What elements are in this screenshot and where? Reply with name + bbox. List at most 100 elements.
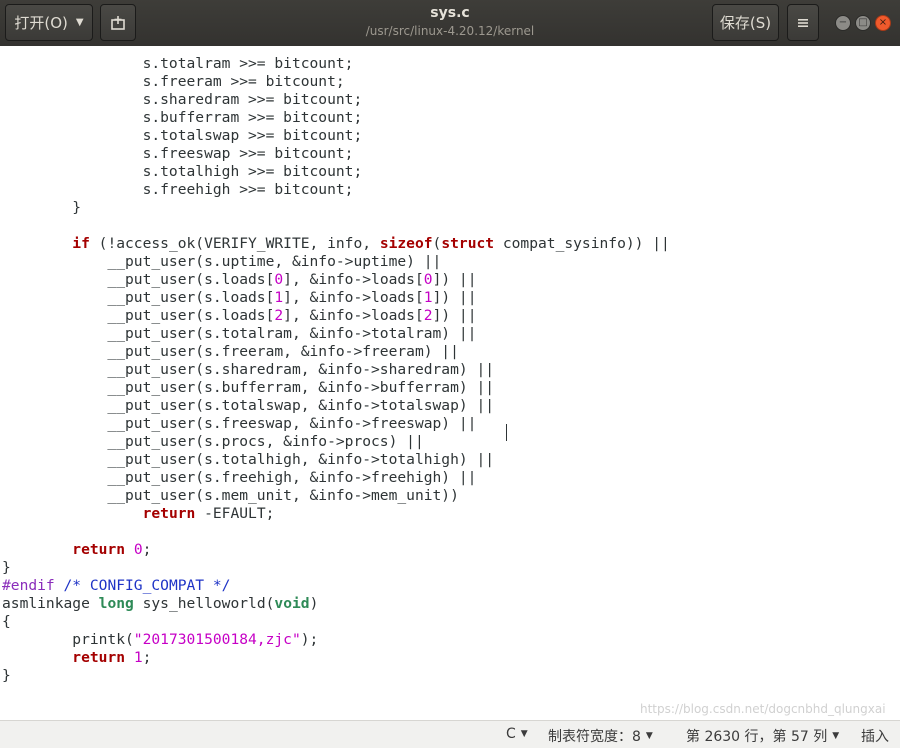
- code-line[interactable]: printk("2017301500184,zjc");: [2, 631, 670, 649]
- code-line[interactable]: __put_user(s.loads[1], &info->loads[1]) …: [2, 289, 670, 307]
- code-token: ;: [142, 649, 152, 666]
- code-line[interactable]: __put_user(s.uptime, &info->uptime) ||: [2, 253, 670, 271]
- code-token: ): [309, 595, 319, 612]
- code-token: __put_user(s.totalswap, &info->totalswap…: [2, 397, 495, 414]
- code-token: ], &info->loads[: [283, 307, 424, 324]
- open-button-label: 打开(O): [14, 14, 68, 32]
- code-line[interactable]: __put_user(s.totalhigh, &info->totalhigh…: [2, 451, 670, 469]
- code-line[interactable]: __put_user(s.freehigh, &info->freehigh) …: [2, 469, 670, 487]
- source-code[interactable]: s.totalram >>= bitcount; s.freeram >>= b…: [2, 55, 670, 685]
- insert-mode-indicator: 插入: [861, 726, 889, 746]
- code-line[interactable]: s.totalswap >>= bitcount;: [2, 127, 670, 145]
- code-token: __put_user(s.loads[: [2, 271, 275, 288]
- code-token: long: [98, 595, 134, 612]
- code-line[interactable]: s.sharedram >>= bitcount;: [2, 91, 670, 109]
- code-token: if: [72, 235, 90, 252]
- header-bar: 打开(O) ▼ sys.c /usr/src/linux-4.20.12/ker…: [0, 0, 900, 47]
- code-token: return: [72, 541, 126, 558]
- code-line[interactable]: return -EFAULT;: [2, 505, 670, 523]
- code-line[interactable]: if (!access_ok(VERIFY_WRITE, info, sizeo…: [2, 235, 670, 253]
- code-line[interactable]: __put_user(s.totalswap, &info->totalswap…: [2, 397, 670, 415]
- code-token: /* CONFIG_COMPAT */: [63, 577, 231, 594]
- new-document-button[interactable]: [100, 4, 136, 41]
- code-line[interactable]: __put_user(s.mem_unit, &info->mem_unit)): [2, 487, 670, 505]
- minimize-icon[interactable]: −: [835, 15, 851, 31]
- code-editor[interactable]: s.totalram >>= bitcount; s.freeram >>= b…: [0, 46, 900, 720]
- code-token: __put_user(s.procs, &info->procs) ||: [2, 433, 424, 450]
- code-line[interactable]: {: [2, 613, 670, 631]
- code-line[interactable]: __put_user(s.loads[2], &info->loads[2]) …: [2, 307, 670, 325]
- tab-width-selector[interactable]: 制表符宽度：8 ▼: [548, 726, 653, 746]
- code-token: ]) ||: [432, 271, 477, 288]
- code-line[interactable]: return 1;: [2, 649, 670, 667]
- code-token: 0: [274, 271, 284, 288]
- language-selector[interactable]: C ▼: [506, 726, 528, 742]
- code-line[interactable]: }: [2, 667, 670, 685]
- code-line[interactable]: __put_user(s.sharedram, &info->sharedram…: [2, 361, 670, 379]
- code-token: 1: [274, 289, 284, 306]
- chevron-down-icon: ▼: [645, 731, 653, 741]
- window-title: sys.c: [430, 5, 470, 21]
- tab-width-label: 制表符宽度：8: [548, 729, 641, 745]
- code-token: __put_user(s.loads[: [2, 289, 275, 306]
- code-token: __put_user(s.totalhigh, &info->totalhigh…: [2, 451, 495, 468]
- code-token: }: [2, 199, 82, 216]
- code-line[interactable]: [2, 523, 670, 541]
- code-line[interactable]: __put_user(s.bufferram, &info->bufferram…: [2, 379, 670, 397]
- code-token: }: [2, 667, 11, 684]
- code-line[interactable]: __put_user(s.loads[0], &info->loads[0]) …: [2, 271, 670, 289]
- code-token: sizeof: [379, 235, 433, 252]
- code-token: struct: [441, 235, 495, 252]
- code-token: 1: [133, 649, 143, 666]
- code-line[interactable]: __put_user(s.totalram, &info->totalram) …: [2, 325, 670, 343]
- code-token: 2: [274, 307, 284, 324]
- menu-button[interactable]: [787, 4, 819, 41]
- code-token: 0: [133, 541, 143, 558]
- code-line[interactable]: }: [2, 199, 670, 217]
- code-token: __put_user(s.freeram, &info->freeram) ||: [2, 343, 459, 360]
- code-token: ], &info->loads[: [283, 289, 424, 306]
- code-line[interactable]: #endif /* CONFIG_COMPAT */: [2, 577, 670, 595]
- code-token: __put_user(s.sharedram, &info->sharedram…: [2, 361, 495, 378]
- code-line[interactable]: __put_user(s.procs, &info->procs) ||: [2, 433, 670, 451]
- code-line[interactable]: __put_user(s.freeram, &info->freeram) ||: [2, 343, 670, 361]
- code-line[interactable]: s.freeram >>= bitcount;: [2, 73, 670, 91]
- language-label: C: [506, 726, 516, 742]
- maximize-icon[interactable]: □: [855, 15, 871, 31]
- code-token: printk(: [2, 631, 134, 648]
- code-line[interactable]: s.freehigh >>= bitcount;: [2, 181, 670, 199]
- code-line[interactable]: s.totalram >>= bitcount;: [2, 55, 670, 73]
- status-bar: C ▼ 制表符宽度：8 ▼ 第 2630 行，第 57 列 ▼ 插入: [0, 720, 900, 748]
- code-line[interactable]: __put_user(s.freeswap, &info->freeswap) …: [2, 415, 670, 433]
- code-token: sys_helloworld(: [133, 595, 275, 612]
- cursor-position-label: 第 2630 行，第 57 列: [686, 729, 828, 745]
- code-line[interactable]: s.bufferram >>= bitcount;: [2, 109, 670, 127]
- save-button-label: 保存(S): [719, 14, 772, 32]
- code-line[interactable]: }: [2, 559, 670, 577]
- code-token: asmlinkage: [2, 595, 99, 612]
- close-icon[interactable]: ×: [875, 15, 891, 31]
- cursor-position-selector[interactable]: 第 2630 行，第 57 列 ▼: [686, 726, 839, 746]
- code-token: s.totalswap >>= bitcount;: [2, 127, 363, 144]
- code-line[interactable]: s.totalhigh >>= bitcount;: [2, 163, 670, 181]
- code-line[interactable]: asmlinkage long sys_helloworld(void): [2, 595, 670, 613]
- open-button[interactable]: 打开(O) ▼: [5, 4, 93, 41]
- save-button[interactable]: 保存(S): [712, 4, 779, 41]
- code-line[interactable]: s.freeswap >>= bitcount;: [2, 145, 670, 163]
- chevron-down-icon: ▼: [75, 17, 84, 28]
- code-token: __put_user(s.freeswap, &info->freeswap) …: [2, 415, 477, 432]
- code-token: __put_user(s.mem_unit, &info->mem_unit)): [2, 487, 459, 504]
- code-token: __put_user(s.uptime, &info->uptime) ||: [2, 253, 442, 270]
- code-line[interactable]: return 0;: [2, 541, 670, 559]
- code-token: );: [300, 631, 319, 648]
- code-token: 2: [423, 307, 433, 324]
- code-line[interactable]: [2, 217, 670, 235]
- code-token: -EFAULT;: [195, 505, 275, 522]
- code-token: __put_user(s.totalram, &info->totalram) …: [2, 325, 477, 342]
